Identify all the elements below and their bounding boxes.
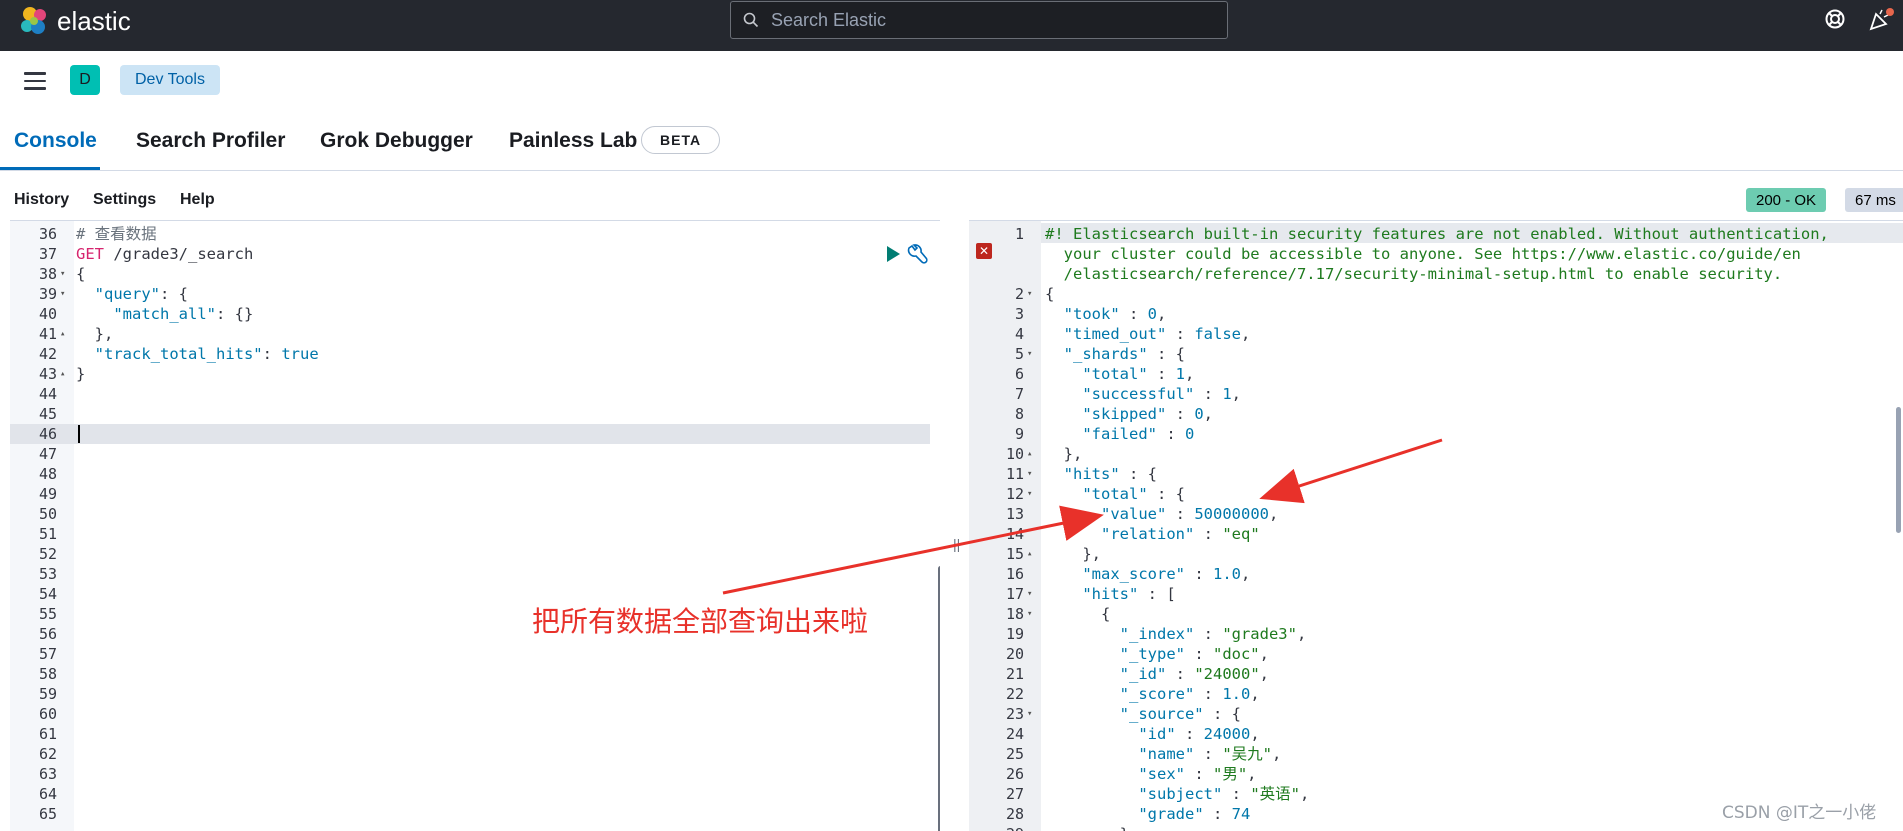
annotation-arrows: [722, 438, 1443, 595]
annotation-text: 把所有数据全部查询出来啦: [532, 605, 869, 638]
watermark: CSDN @IT之一小佬: [1722, 803, 1877, 823]
annotation-arrow-right: [1259, 438, 1443, 504]
annotation-arrow-left: [722, 505, 1104, 595]
